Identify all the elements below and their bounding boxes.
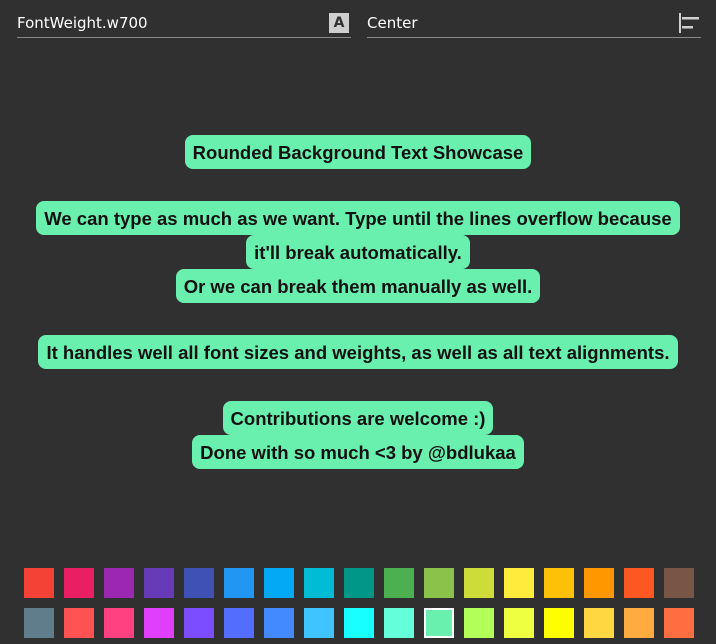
color-swatch[interactable]	[424, 568, 454, 598]
highlighted-text-line: We can type as much as we want. Type unt…	[36, 201, 680, 235]
color-swatch[interactable]	[384, 608, 414, 638]
color-swatch[interactable]	[264, 568, 294, 598]
color-swatch[interactable]	[184, 568, 214, 598]
text-paragraph: We can type as much as we want. Type unt…	[0, 201, 716, 303]
text-alignment-dropdown[interactable]: Center	[367, 8, 701, 38]
color-swatch[interactable]	[264, 608, 294, 638]
font-weight-icon: A	[329, 12, 349, 33]
font-weight-value: FontWeight.w700	[17, 13, 148, 32]
color-swatch[interactable]	[384, 568, 414, 598]
text-paragraph: It handles well all font sizes and weigh…	[0, 335, 716, 369]
color-swatch[interactable]	[64, 608, 94, 638]
font-weight-dropdown[interactable]: FontWeight.w700 A	[17, 8, 351, 38]
color-swatch-selected[interactable]	[424, 608, 454, 638]
palette-row	[24, 608, 694, 638]
color-swatch[interactable]	[464, 568, 494, 598]
color-swatch[interactable]	[304, 568, 334, 598]
color-swatch[interactable]	[584, 568, 614, 598]
color-swatch[interactable]	[224, 568, 254, 598]
highlighted-text-line: Done with so much <3 by @bdlukaa	[192, 435, 524, 469]
color-swatch[interactable]	[144, 568, 174, 598]
color-swatch[interactable]	[544, 568, 574, 598]
color-swatch[interactable]	[344, 608, 374, 638]
color-swatch[interactable]	[504, 608, 534, 638]
color-swatch[interactable]	[104, 608, 134, 638]
color-swatch[interactable]	[224, 608, 254, 638]
text-paragraph: Contributions are welcome :) Done with so…	[0, 401, 716, 469]
color-swatch[interactable]	[544, 608, 574, 638]
color-swatch[interactable]	[344, 568, 374, 598]
color-swatch[interactable]	[64, 568, 94, 598]
color-swatch[interactable]	[144, 608, 174, 638]
color-swatch[interactable]	[624, 608, 654, 638]
color-swatch[interactable]	[504, 568, 534, 598]
highlighted-text-line: Rounded Background Text Showcase	[184, 135, 532, 169]
rounded-text-display[interactable]: Rounded Background Text Showcase We can t…	[0, 135, 716, 469]
highlighted-text-line: It handles well all font sizes and weigh…	[38, 335, 678, 369]
highlighted-text-line: Or we can break them manually as well.	[175, 269, 541, 303]
color-swatch[interactable]	[584, 608, 614, 638]
color-swatch[interactable]	[24, 568, 54, 598]
align-left-icon	[679, 12, 699, 33]
highlighted-text-line: Contributions are welcome :)	[222, 401, 494, 435]
color-swatch[interactable]	[624, 568, 654, 598]
color-swatch[interactable]	[664, 568, 694, 598]
text-paragraph: Rounded Background Text Showcase	[0, 135, 716, 169]
color-palette	[24, 568, 694, 638]
color-swatch[interactable]	[104, 568, 134, 598]
color-swatch[interactable]	[664, 608, 694, 638]
highlighted-text-line: it'll break automatically.	[246, 235, 470, 269]
text-alignment-value: Center	[367, 13, 418, 32]
color-swatch[interactable]	[464, 608, 494, 638]
color-swatch[interactable]	[184, 608, 214, 638]
color-swatch[interactable]	[304, 608, 334, 638]
palette-row	[24, 568, 694, 598]
color-swatch[interactable]	[24, 608, 54, 638]
